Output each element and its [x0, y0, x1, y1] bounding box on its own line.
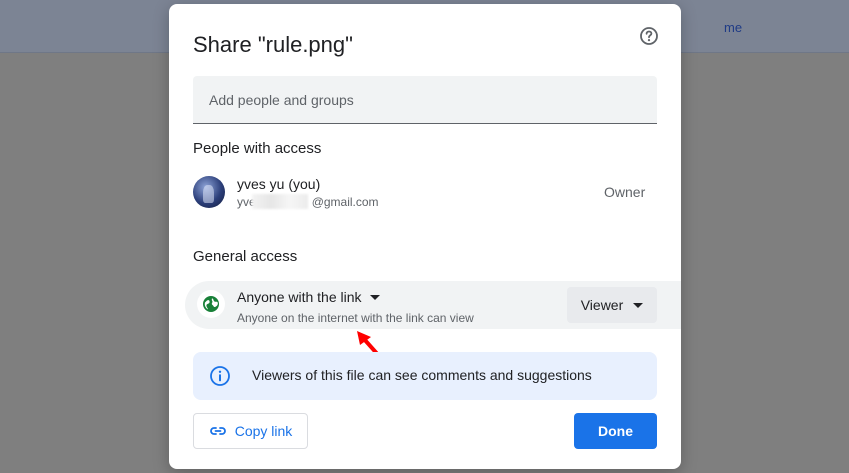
help-icon[interactable] — [639, 26, 659, 46]
copy-link-label: Copy link — [234, 423, 293, 439]
info-banner: Viewers of this file can see comments an… — [193, 352, 657, 400]
avatar — [193, 176, 225, 208]
general-access-heading: General access — [193, 248, 298, 265]
dropdown-caret-icon — [633, 302, 644, 308]
person-name: yves yu (you) — [237, 176, 321, 192]
email-redaction — [252, 194, 308, 209]
people-with-access-heading: People with access — [193, 140, 322, 157]
add-people-input[interactable] — [193, 76, 657, 123]
access-level-label: Anyone with the link — [237, 289, 362, 305]
share-dialog: Share "rule.png" People with access yves… — [169, 4, 681, 469]
link-icon — [209, 427, 226, 435]
done-button[interactable]: Done — [574, 413, 657, 449]
role-dropdown[interactable]: Viewer — [567, 287, 657, 323]
info-banner-text: Viewers of this file can see comments an… — [252, 367, 592, 383]
access-level-dropdown[interactable]: Anyone with the link — [237, 289, 380, 305]
role-label: Viewer — [580, 297, 624, 313]
globe-icon — [197, 290, 225, 318]
background-header-text: me — [724, 20, 743, 35]
access-description: Anyone on the internet with the link can… — [237, 311, 474, 325]
done-label: Done — [598, 423, 633, 439]
dialog-title: Share "rule.png" — [193, 32, 353, 57]
copy-link-button[interactable]: Copy link — [193, 413, 308, 449]
add-people-field[interactable] — [193, 76, 657, 124]
owner-role-label: Owner — [604, 184, 646, 200]
dropdown-caret-icon — [369, 294, 380, 300]
email-end: @gmail.com — [311, 195, 379, 209]
info-icon — [210, 366, 230, 386]
